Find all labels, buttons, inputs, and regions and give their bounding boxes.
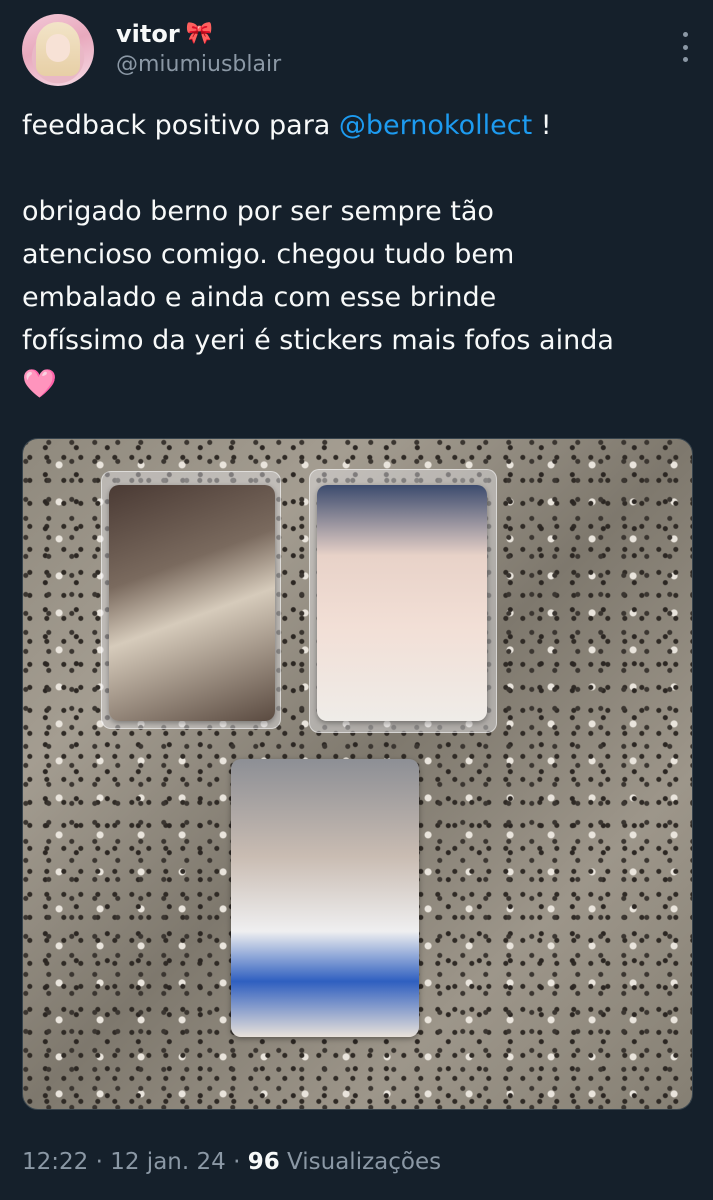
- tweet-line: 🩷: [22, 362, 690, 406]
- tweet-line: feedback positivo para @bernokollect !: [22, 104, 690, 147]
- more-dot: [682, 44, 688, 50]
- pink-heart-emoji-icon: 🩷: [22, 367, 57, 400]
- author-handle[interactable]: @miumiusblair: [116, 50, 281, 80]
- photocard-3: [231, 759, 419, 1037]
- text-suffix: !: [532, 110, 552, 141]
- display-name[interactable]: vitor 🎀: [116, 18, 281, 50]
- views-label: Visualizações: [279, 1149, 442, 1175]
- tweet-time[interactable]: 12:22: [22, 1149, 88, 1175]
- tweet-line: atencioso comigo. chegou tudo bem: [22, 239, 515, 270]
- tweet-date[interactable]: 12 jan. 24: [110, 1149, 226, 1175]
- separator: ·: [225, 1149, 248, 1175]
- tweet-meta: 12:22 · 12 jan. 24 · 96 Visualizações: [22, 1146, 441, 1178]
- tweet-line: fofíssimo da yeri é stickers mais fofos …: [22, 325, 614, 356]
- bow-emoji-icon: 🎀: [185, 21, 214, 46]
- separator: ·: [88, 1149, 111, 1175]
- photocard-1: [109, 485, 275, 721]
- photocard-2: [317, 485, 487, 721]
- views-count: 96: [247, 1149, 280, 1175]
- avatar-face: [46, 34, 70, 62]
- display-name-text[interactable]: vitor: [116, 18, 180, 50]
- mention-link[interactable]: @bernokollect: [339, 110, 532, 141]
- tweet-line: embalado e ainda com esse brinde: [22, 282, 497, 313]
- more-dot: [682, 32, 688, 37]
- tweet-line: obrigado berno por ser sempre tão: [22, 196, 494, 227]
- text-prefix: feedback positivo para: [22, 110, 339, 141]
- more-icon[interactable]: [673, 32, 697, 62]
- avatar[interactable]: [22, 14, 94, 86]
- tweet-photo[interactable]: [22, 438, 693, 1110]
- more-dot: [682, 57, 688, 62]
- author-names: vitor 🎀 @miumiusblair: [116, 18, 281, 80]
- tweet-header: vitor 🎀 @miumiusblair: [22, 14, 697, 88]
- tweet-text: feedback positivo para @bernokollect ! o…: [22, 104, 690, 406]
